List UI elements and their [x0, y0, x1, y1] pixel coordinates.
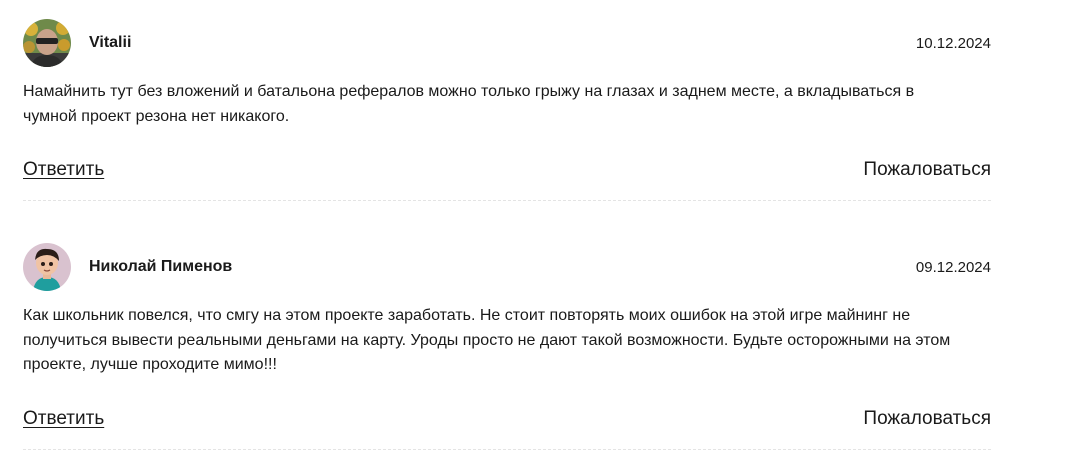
comments-list: Vitalii 10.12.2024 Намайнить тут без вло…	[0, 0, 1090, 454]
comment-header: Николай Пименов 09.12.2024	[23, 243, 991, 291]
avatar-image	[23, 243, 71, 291]
cartoon-character-avatar[interactable]	[23, 243, 71, 291]
reply-link[interactable]: Ответить	[23, 408, 104, 430]
user-photo-avatar[interactable]	[23, 19, 71, 67]
author-name: Vitalii	[89, 34, 132, 51]
comment-header: Vitalii 10.12.2024	[23, 19, 991, 67]
comment-text: Как школьник повелся, что смгу на этом п…	[23, 307, 951, 373]
comment-actions: Ответить Пожаловаться	[23, 408, 991, 430]
comment-text: Намайнить тут без вложений и батальона р…	[23, 83, 915, 125]
report-link[interactable]: Пожаловаться	[863, 408, 991, 430]
comment-divider	[23, 449, 991, 450]
author-name: Николай Пименов	[89, 258, 233, 275]
comment-item: Vitalii 10.12.2024 Намайнить тут без вло…	[23, 19, 991, 181]
reply-link[interactable]: Ответить	[23, 159, 104, 181]
report-link[interactable]: Пожаловаться	[863, 159, 991, 181]
comment-date: 10.12.2024	[915, 34, 991, 52]
comment-actions: Ответить Пожаловаться	[23, 159, 991, 181]
comment-item: Николай Пименов 09.12.2024 Как школьник …	[23, 243, 991, 430]
comment-divider	[23, 200, 991, 201]
avatar-image	[23, 19, 71, 67]
comment-date: 09.12.2024	[915, 258, 991, 276]
